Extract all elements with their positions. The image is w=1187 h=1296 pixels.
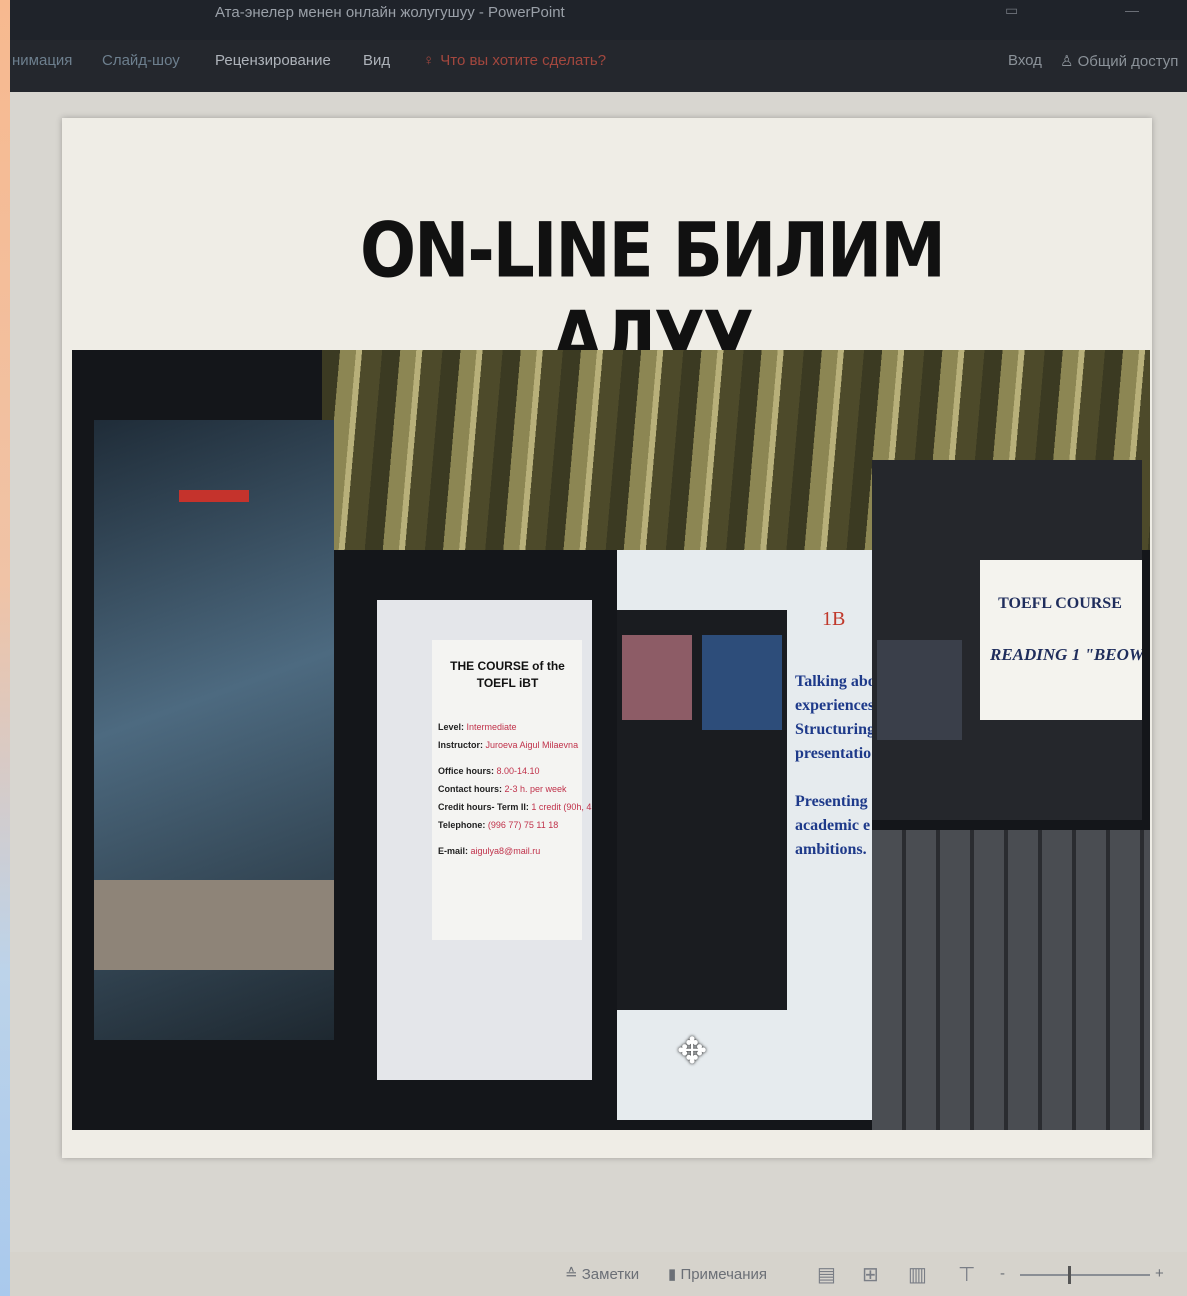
lesson-line: Talking abo <box>795 673 872 690</box>
course-label: TOEFL COURSE <box>998 595 1122 612</box>
notes-icon: ≙ <box>565 1266 578 1283</box>
lesson-line: Structuring <box>795 721 872 738</box>
doc-line-label: E-mail: <box>438 846 469 856</box>
ribbon-tabs: нимация Слайд-шоу Рецензирование Вид ♀ Чт… <box>10 40 1187 92</box>
tell-me-label: Что вы хотите сделать? <box>440 52 607 69</box>
lesson-line <box>795 766 872 790</box>
share-button[interactable]: ♙ Общий доступ <box>1060 52 1178 70</box>
monitor-screen: Ата-энелер менен онлайн жолугушуу - Powe… <box>10 0 1187 1296</box>
tab-animation[interactable]: нимация <box>12 52 72 69</box>
person-icon: ♙ <box>1060 53 1074 70</box>
participant-tile <box>702 635 782 730</box>
title-bar: Ата-энелер менен онлайн жолугушуу - Powe… <box>10 0 1187 40</box>
doc-line-label: Office hours: <box>438 766 495 776</box>
tab-review[interactable]: Рецензирование <box>215 52 331 69</box>
comment-icon: ▮ <box>668 1266 677 1283</box>
lesson-text: Talking abo experiences Structuring pres… <box>795 670 872 862</box>
minimize-icon[interactable]: — <box>1125 2 1139 18</box>
doc-line: Credit hours- Term II: 1 credit (90h, 45… <box>438 802 592 812</box>
doc-line-label: Instructor: <box>438 740 483 750</box>
doc-line-label: Level: <box>438 722 465 732</box>
doc-line-value: (996 77) 75 11 18 <box>487 820 559 830</box>
lesson-line: academic e <box>795 817 871 834</box>
share-label: Общий доступ <box>1077 53 1179 70</box>
zoom-out-button[interactable]: - <box>1000 1265 1005 1282</box>
doc-line-value: Juroeva Aigul Milaevna <box>485 740 579 750</box>
tell-me-search[interactable]: ♀ Что вы хотите сделать? <box>423 52 606 69</box>
laptop-screen-1 <box>94 420 334 1040</box>
lesson-line: experiences <box>795 697 872 714</box>
doc-line: E-mail: aigulya8@mail.ru <box>438 846 540 856</box>
status-bar: ≙ Заметки ▮ Примечания ▤ ⊞ ▥ ⊤ - + <box>10 1252 1187 1296</box>
slide-canvas[interactable]: ON-LINE БИЛИМ АЛУУ THE COURSE of the TOE… <box>62 118 1152 1158</box>
normal-view-icon[interactable]: ▤ <box>817 1262 836 1287</box>
lightbulb-icon: ♀ <box>423 52 435 69</box>
laptop-screen-3: 1B Talking abo experiences Structuring p… <box>617 550 872 1120</box>
comments-label: Примечания <box>680 1266 768 1283</box>
course-heading: THE COURSE of the TOEFL iBT <box>450 659 565 690</box>
doc-line-label: Contact hours: <box>438 784 502 794</box>
doc-line: Contact hours: 2-3 h. per week <box>438 784 567 794</box>
tab-slideshow[interactable]: Слайд-шоу <box>102 52 180 69</box>
participant-tile <box>877 640 962 740</box>
doc-line-value: aigulya8@mail.ru <box>470 846 541 856</box>
reading-view-icon[interactable]: ▥ <box>908 1262 927 1287</box>
slide-photo[interactable]: THE COURSE of the TOEFL iBT Level: Inter… <box>72 350 1150 1130</box>
doc-line-value: 8.00-14.10 <box>496 766 540 776</box>
lesson-line: presentatio <box>795 745 872 762</box>
window-title: Ата-энелер менен онлайн жолугушуу - Powe… <box>215 4 565 21</box>
tab-view[interactable]: Вид <box>363 52 390 69</box>
desk-area <box>94 880 334 970</box>
zoom-slider-knob[interactable] <box>1068 1266 1071 1284</box>
reading-label: READING 1 "BEOWULF <box>990 645 1142 664</box>
participant-tile <box>622 635 692 720</box>
notes-button[interactable]: ≙ Заметки <box>565 1265 639 1283</box>
signin-link[interactable]: Вход <box>1008 52 1042 69</box>
comments-button[interactable]: ▮ Примечания <box>668 1265 767 1283</box>
doc-line: Telephone: (996 77) 75 11 18 <box>438 820 558 830</box>
doc-line-value: Intermediate <box>466 722 517 732</box>
course-document: THE COURSE of the TOEFL iBT Level: Inter… <box>432 640 592 940</box>
notes-label: Заметки <box>581 1266 640 1283</box>
doc-line-value: 2-3 h. per week <box>504 784 567 794</box>
slide-sorter-icon[interactable]: ⊞ <box>862 1262 879 1287</box>
recording-bar <box>179 490 249 502</box>
lesson-line: ambitions. <box>795 841 867 858</box>
doc-line-value: 1 credit (90h, 45+45) <box>531 802 592 812</box>
move-cursor-icon: ✥ <box>677 1030 708 1071</box>
zoom-in-button[interactable]: + <box>1155 1265 1164 1282</box>
laptop-keyboard <box>872 830 1150 1130</box>
doc-line: Office hours: 8.00-14.10 <box>438 766 540 776</box>
laptop-screen-4: TOEFL COURSE READING 1 "BEOWULF <box>872 460 1142 820</box>
unit-label: 1B <box>822 608 846 630</box>
lesson-line: Presenting <box>795 793 868 810</box>
doc-line: Instructor: Juroeva Aigul Milaevna <box>438 740 578 750</box>
ribbon-display-icon[interactable]: ▭ <box>1005 2 1018 19</box>
video-participants <box>617 610 787 1010</box>
zoom-slider[interactable] <box>1020 1266 1150 1284</box>
doc-line-label: Telephone: <box>438 820 486 830</box>
slideshow-icon[interactable]: ⊤ <box>958 1262 975 1287</box>
doc-line-label: Credit hours- Term II: <box>438 802 529 812</box>
doc-line: Level: Intermediate <box>438 722 517 732</box>
toefl-slide: TOEFL COURSE READING 1 "BEOWULF <box>980 560 1142 720</box>
laptop-screen-2: THE COURSE of the TOEFL iBT Level: Inter… <box>377 600 592 1080</box>
